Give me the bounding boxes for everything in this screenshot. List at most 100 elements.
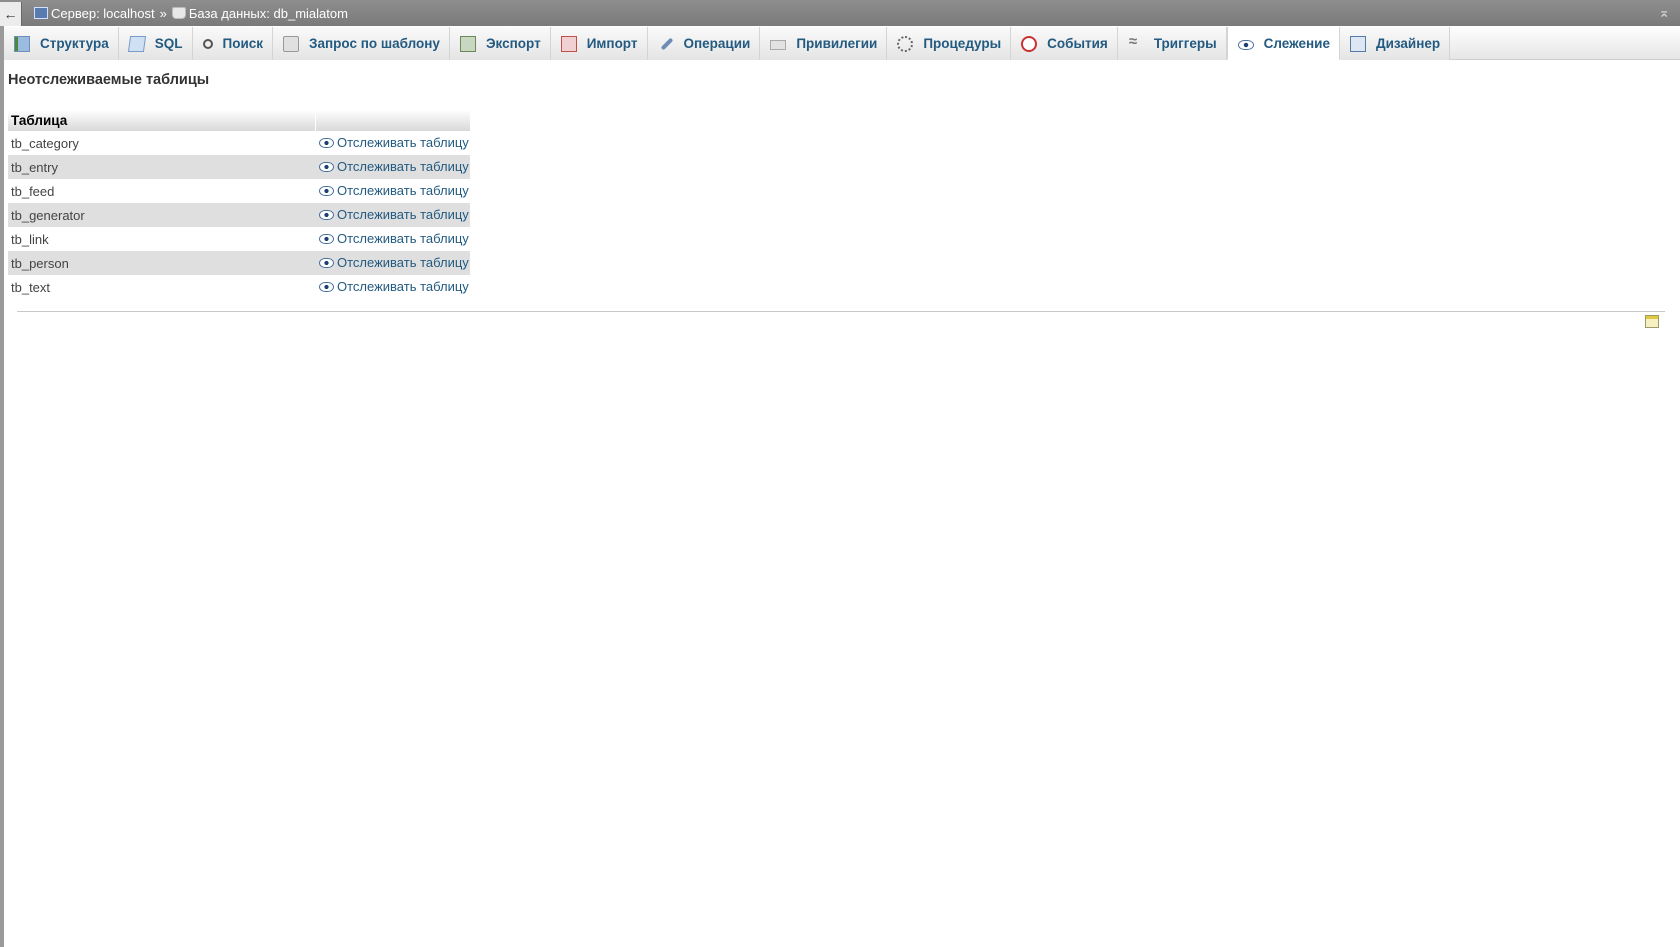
tab-privileges[interactable]: Привилегии [760, 27, 888, 60]
table-row: tb_feed Отслеживать таблицу [8, 179, 470, 203]
privileges-icon [770, 39, 787, 50]
eye-icon [319, 282, 334, 292]
tab-label: Процедуры [923, 36, 1002, 51]
table-row: tb_link Отслеживать таблицу [8, 227, 470, 251]
track-table-link[interactable]: Отслеживать таблицу [319, 231, 469, 246]
tab-label: Структура [40, 36, 109, 51]
tab-label: Операции [683, 36, 751, 51]
tab-tracking[interactable]: Слежение [1226, 27, 1340, 60]
eye-icon [319, 210, 334, 220]
section-title: Неотслеживаемые таблицы [8, 72, 210, 88]
column-header-table[interactable]: Таблица [8, 110, 315, 131]
breadcrumb-database[interactable]: База данных: db_mialatom [189, 6, 348, 21]
table-name: tb_entry [8, 155, 315, 179]
table-row: tb_entry Отслеживать таблицу [8, 155, 470, 179]
eye-icon [319, 258, 334, 268]
window-left-edge [0, 0, 4, 947]
search-icon [202, 38, 213, 49]
eye-icon [319, 138, 334, 148]
action-cell: Отслеживать таблицу [315, 203, 470, 227]
procedures-icon [897, 35, 914, 52]
eye-icon [1237, 39, 1254, 50]
tab-label: Запрос по шаблону [309, 36, 440, 51]
action-cell: Отслеживать таблицу [315, 179, 470, 203]
table-row: tb_person Отслеживать таблицу [8, 251, 470, 275]
track-table-link[interactable]: Отслеживать таблицу [319, 255, 469, 270]
database-tabs: Структура SQL Поиск Запрос по шаблону Эк… [4, 26, 1680, 60]
track-table-link[interactable]: Отслеживать таблицу [319, 279, 469, 294]
tab-export[interactable]: Экспорт [449, 27, 551, 60]
track-table-label: Отслеживать таблицу [337, 255, 469, 270]
table-row: tb_generator Отслеживать таблицу [8, 203, 470, 227]
tab-label: Триггеры [1153, 36, 1217, 51]
triggers-icon [1128, 33, 1144, 52]
table-header-row: Таблица [8, 110, 470, 131]
eye-icon [319, 186, 334, 196]
action-cell: Отслеживать таблицу [315, 275, 470, 299]
action-cell: Отслеживать таблицу [315, 227, 470, 251]
action-cell: Отслеживать таблицу [315, 155, 470, 179]
breadcrumb: Сервер: localhost » База данных: db_mial… [34, 6, 348, 21]
divider [17, 311, 1665, 312]
action-cell: Отслеживать таблицу [315, 251, 470, 275]
tab-query[interactable]: Запрос по шаблону [273, 27, 450, 60]
table-name: tb_feed [8, 179, 315, 203]
tab-triggers[interactable]: Триггеры [1117, 27, 1227, 60]
table-name: tb_person [8, 251, 315, 275]
eye-icon [319, 162, 334, 172]
breadcrumb-separator: » [159, 5, 167, 21]
tab-search[interactable]: Поиск [192, 27, 274, 60]
tab-operations[interactable]: Операции [647, 27, 761, 60]
track-table-label: Отслеживать таблицу [337, 183, 469, 198]
designer-icon [1349, 35, 1366, 52]
database-icon [171, 7, 186, 19]
column-header-action [314, 110, 470, 131]
tab-label: Импорт [586, 36, 638, 51]
wrench-icon [658, 36, 674, 52]
export-icon [459, 35, 476, 52]
track-table-link[interactable]: Отслеживать таблицу [319, 135, 469, 150]
tab-label: Дизайнер [1375, 36, 1441, 51]
sql-icon [127, 35, 146, 52]
breadcrumb-bar: ← Сервер: localhost » База данных: db_mi… [0, 0, 1680, 26]
table-row: tb_category Отслеживать таблицу [8, 131, 470, 155]
collapse-icon[interactable]: ⌅ [1658, 4, 1670, 21]
tab-label: SQL [154, 36, 183, 51]
track-table-link[interactable]: Отслеживать таблицу [319, 183, 469, 198]
console-icon[interactable] [1645, 315, 1659, 328]
tab-procedures[interactable]: Процедуры [887, 27, 1012, 60]
track-table-label: Отслеживать таблицу [337, 159, 469, 174]
tab-sql[interactable]: SQL [118, 27, 193, 60]
table-name: tb_link [8, 227, 315, 251]
structure-icon [14, 35, 30, 52]
track-table-label: Отслеживать таблицу [337, 207, 469, 222]
track-table-label: Отслеживать таблицу [337, 231, 469, 246]
tab-events[interactable]: События [1011, 27, 1118, 60]
table-name: tb_text [8, 275, 315, 299]
table-name: tb_category [8, 131, 315, 155]
clock-icon [1021, 35, 1038, 52]
tab-label: События [1047, 36, 1108, 51]
server-icon [34, 7, 48, 19]
track-table-link[interactable]: Отслеживать таблицу [319, 207, 469, 222]
tab-structure[interactable]: Структура [4, 27, 119, 60]
track-table-label: Отслеживать таблицу [337, 135, 469, 150]
untracked-tables: Таблица tb_category Отслеживать таблицу … [8, 110, 470, 299]
import-icon [560, 35, 577, 52]
action-cell: Отслеживать таблицу [315, 131, 470, 155]
tab-designer[interactable]: Дизайнер [1339, 27, 1451, 60]
main-content: Неотслеживаемые таблицы [8, 72, 209, 88]
track-table-label: Отслеживать таблицу [337, 279, 469, 294]
table-row: tb_text Отслеживать таблицу [8, 275, 470, 299]
tab-label: Экспорт [485, 36, 541, 51]
tab-label: Поиск [222, 36, 264, 51]
table-name: tb_generator [8, 203, 315, 227]
breadcrumb-server[interactable]: Сервер: localhost [51, 6, 155, 21]
tab-label: Слежение [1263, 35, 1330, 51]
track-table-link[interactable]: Отслеживать таблицу [319, 159, 469, 174]
tab-label: Привилегии [796, 36, 878, 51]
query-icon [283, 35, 300, 52]
eye-icon [319, 234, 334, 244]
back-arrow-icon[interactable]: ← [0, 1, 22, 26]
tab-import[interactable]: Импорт [550, 27, 648, 60]
